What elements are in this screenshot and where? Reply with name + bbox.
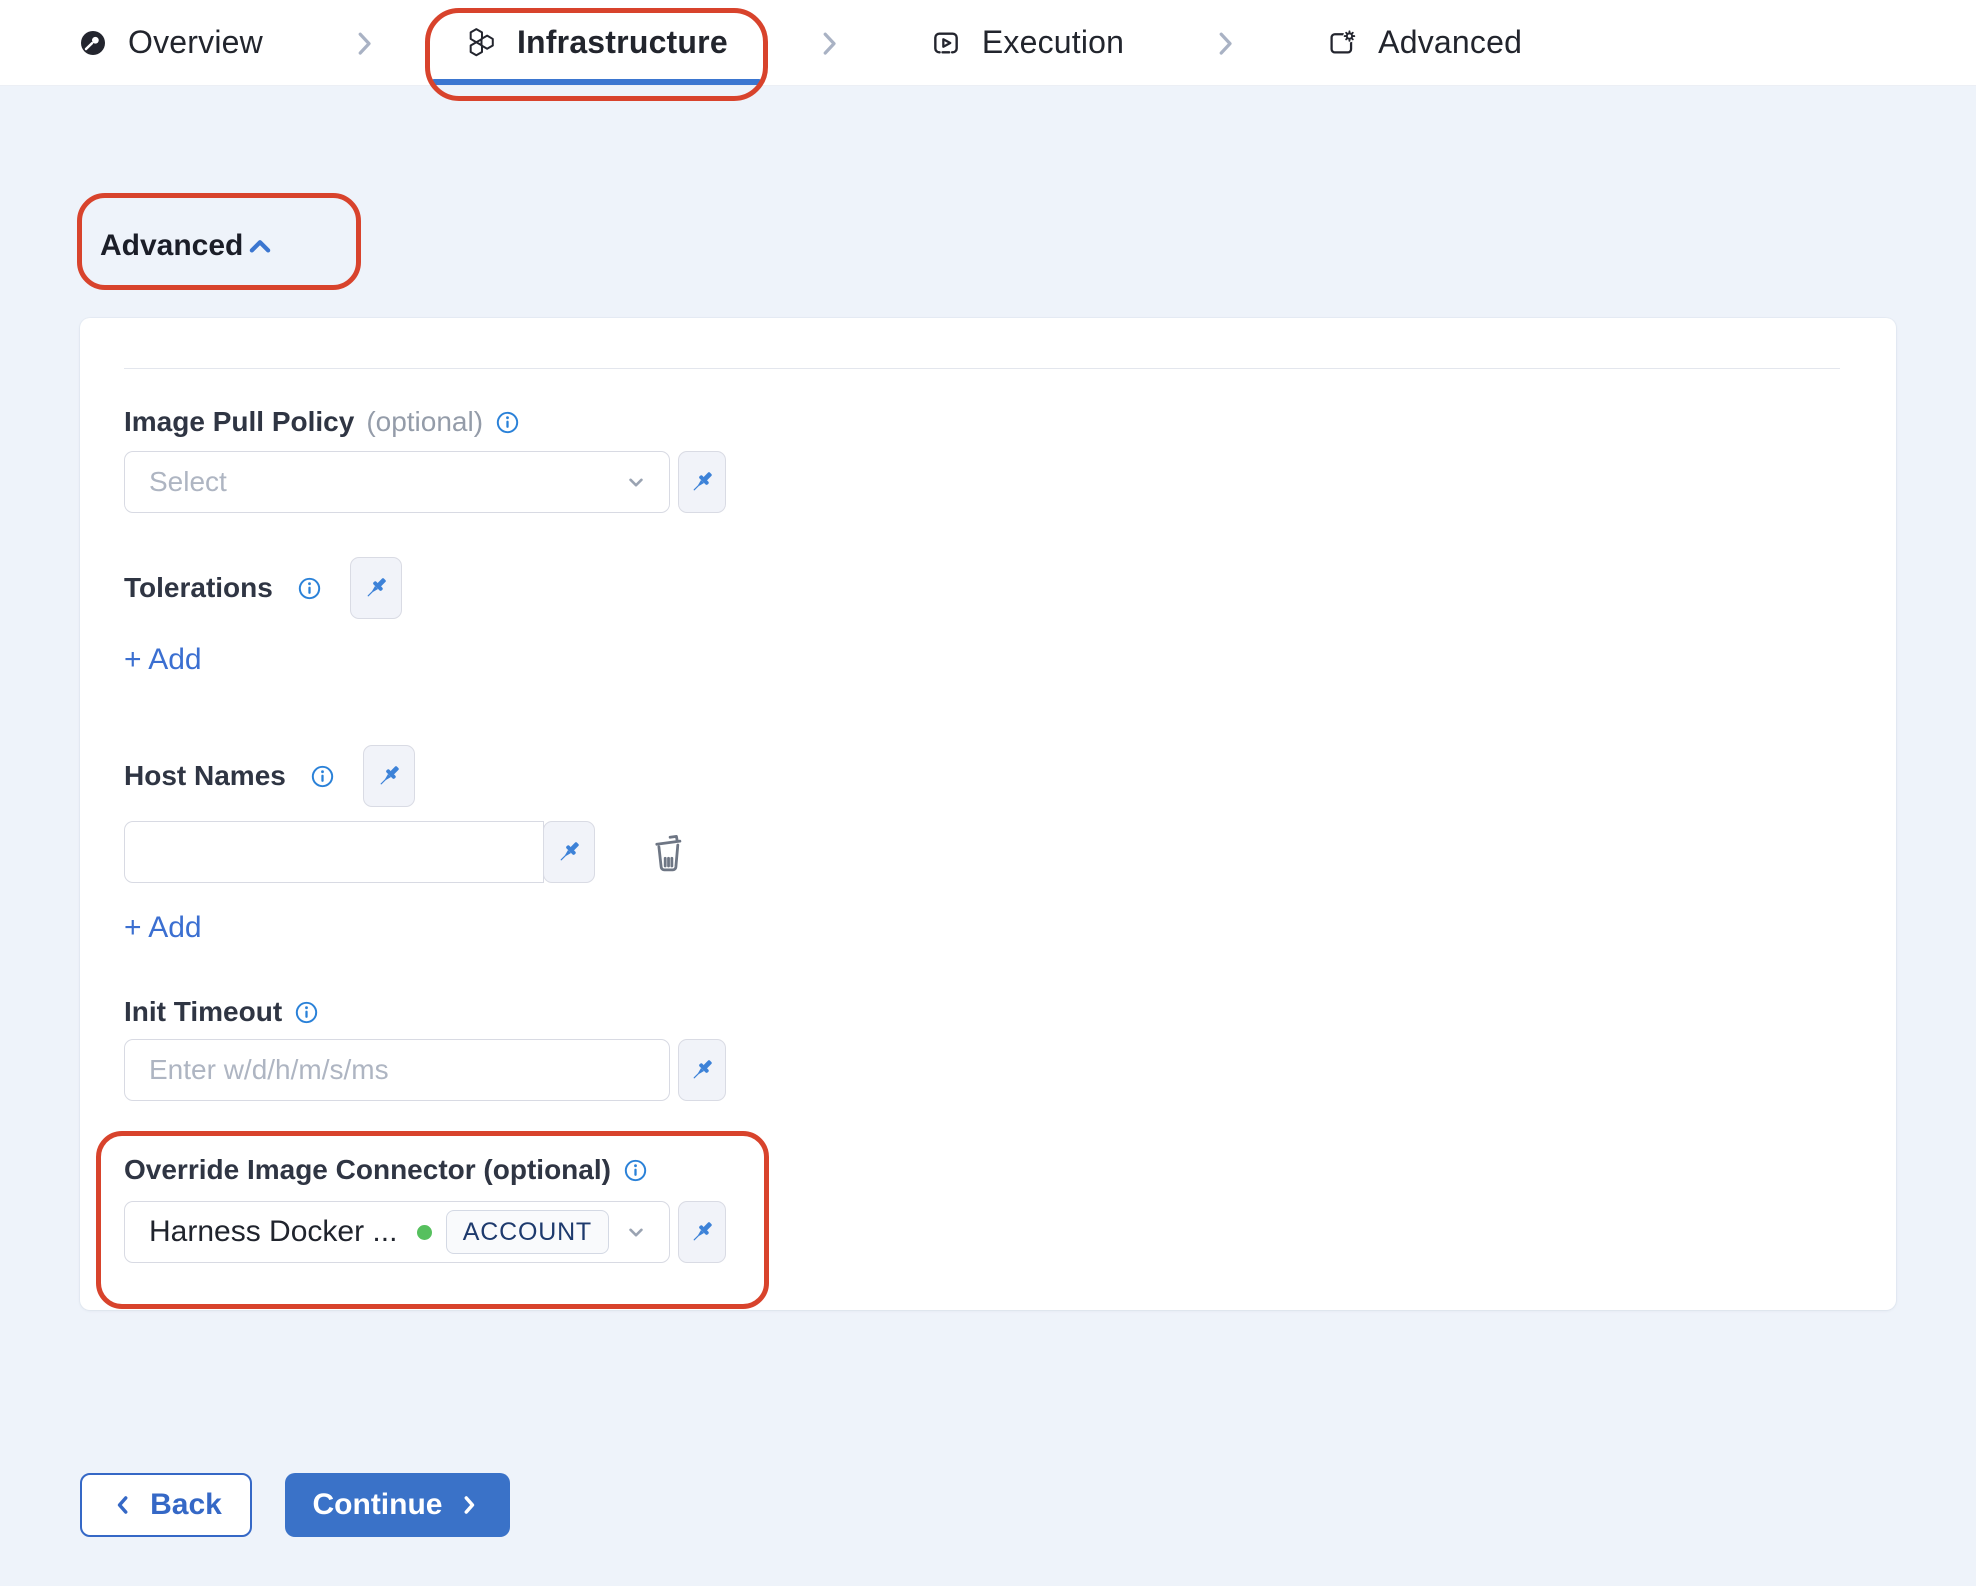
chevron-down-icon (623, 1219, 649, 1245)
tab-infrastructure-label: Infrastructure (517, 24, 728, 61)
tolerations-label: Tolerations (124, 569, 273, 607)
pushpin-icon (687, 467, 717, 497)
info-icon[interactable] (495, 410, 520, 435)
card-top-divider (124, 368, 1840, 369)
continue-button[interactable]: Continue (285, 1473, 510, 1537)
chevron-down-icon (623, 469, 649, 495)
override-image-connector-pin-button[interactable] (678, 1201, 726, 1263)
overview-circle-icon (78, 28, 108, 58)
tab-advanced-label: Advanced (1378, 24, 1522, 61)
host-name-input[interactable] (124, 821, 544, 883)
pushpin-icon (554, 837, 584, 867)
tab-infrastructure[interactable]: Infrastructure (431, 0, 762, 85)
tab-execution[interactable]: Execution (896, 0, 1158, 85)
info-icon[interactable] (297, 576, 322, 601)
tab-execution-label: Execution (982, 24, 1124, 61)
chevron-right-icon (814, 28, 844, 58)
image-pull-policy-label: Image Pull Policy (124, 403, 354, 441)
init-timeout-input[interactable] (149, 1054, 649, 1086)
pushpin-icon (374, 761, 404, 791)
image-pull-policy-pin-button[interactable] (678, 451, 726, 513)
override-image-connector-label: Override Image Connector (optional) (124, 1151, 611, 1189)
infrastructure-hexagons-icon (465, 27, 497, 59)
chevron-left-icon (110, 1492, 136, 1518)
image-pull-policy-select[interactable]: Select (124, 451, 670, 513)
host-names-label: Host Names (124, 757, 286, 795)
image-pull-policy-select-placeholder: Select (149, 466, 623, 498)
info-icon[interactable] (294, 1000, 319, 1025)
chevron-right-icon (1210, 28, 1240, 58)
chevron-right-icon (456, 1492, 482, 1518)
tab-overview-label: Overview (128, 24, 263, 61)
host-name-delete-button[interactable] (647, 829, 689, 875)
pushpin-icon (687, 1055, 717, 1085)
back-button[interactable]: Back (80, 1473, 252, 1537)
advanced-gear-icon (1326, 27, 1358, 59)
host-name-pin-button[interactable] (543, 821, 595, 883)
continue-button-label: Continue (313, 1488, 443, 1522)
connector-status-dot (417, 1225, 432, 1240)
init-timeout-label: Init Timeout (124, 993, 282, 1031)
back-button-label: Back (150, 1488, 222, 1522)
trash-icon (647, 829, 689, 875)
info-icon[interactable] (310, 764, 335, 789)
init-timeout-field (124, 1039, 670, 1101)
connector-name: Harness Docker ... (149, 1215, 417, 1249)
init-timeout-pin-button[interactable] (678, 1039, 726, 1101)
pushpin-icon (687, 1217, 717, 1247)
override-image-connector-select[interactable]: Harness Docker ... ACCOUNT (124, 1201, 670, 1263)
host-names-pin-button[interactable] (363, 745, 415, 807)
chevron-right-icon (349, 28, 379, 58)
image-pull-policy-optional: (optional) (366, 406, 483, 438)
advanced-section-title: Advanced (100, 228, 243, 264)
stage-tab-bar: Overview Infrastructure (0, 0, 1976, 86)
tab-advanced[interactable]: Advanced (1292, 0, 1556, 85)
override-image-connector-field: Override Image Connector (optional) Harn… (124, 1151, 726, 1263)
connector-scope-badge: ACCOUNT (446, 1210, 609, 1254)
tolerations-pin-button[interactable] (350, 557, 402, 619)
tab-overview[interactable]: Overview (44, 0, 297, 85)
pushpin-icon (361, 573, 391, 603)
advanced-settings-card: Image Pull Policy (optional) Select (80, 318, 1896, 1310)
advanced-section-toggle[interactable]: Advanced (100, 228, 275, 264)
wizard-footer: Back Continue (80, 1473, 1976, 1537)
execution-play-icon (930, 27, 962, 59)
chevron-up-icon[interactable] (245, 231, 275, 261)
info-icon[interactable] (623, 1158, 648, 1183)
active-tab-underline (431, 79, 762, 85)
tolerations-add-link[interactable]: + Add (124, 643, 202, 677)
host-names-add-link[interactable]: + Add (124, 911, 202, 945)
